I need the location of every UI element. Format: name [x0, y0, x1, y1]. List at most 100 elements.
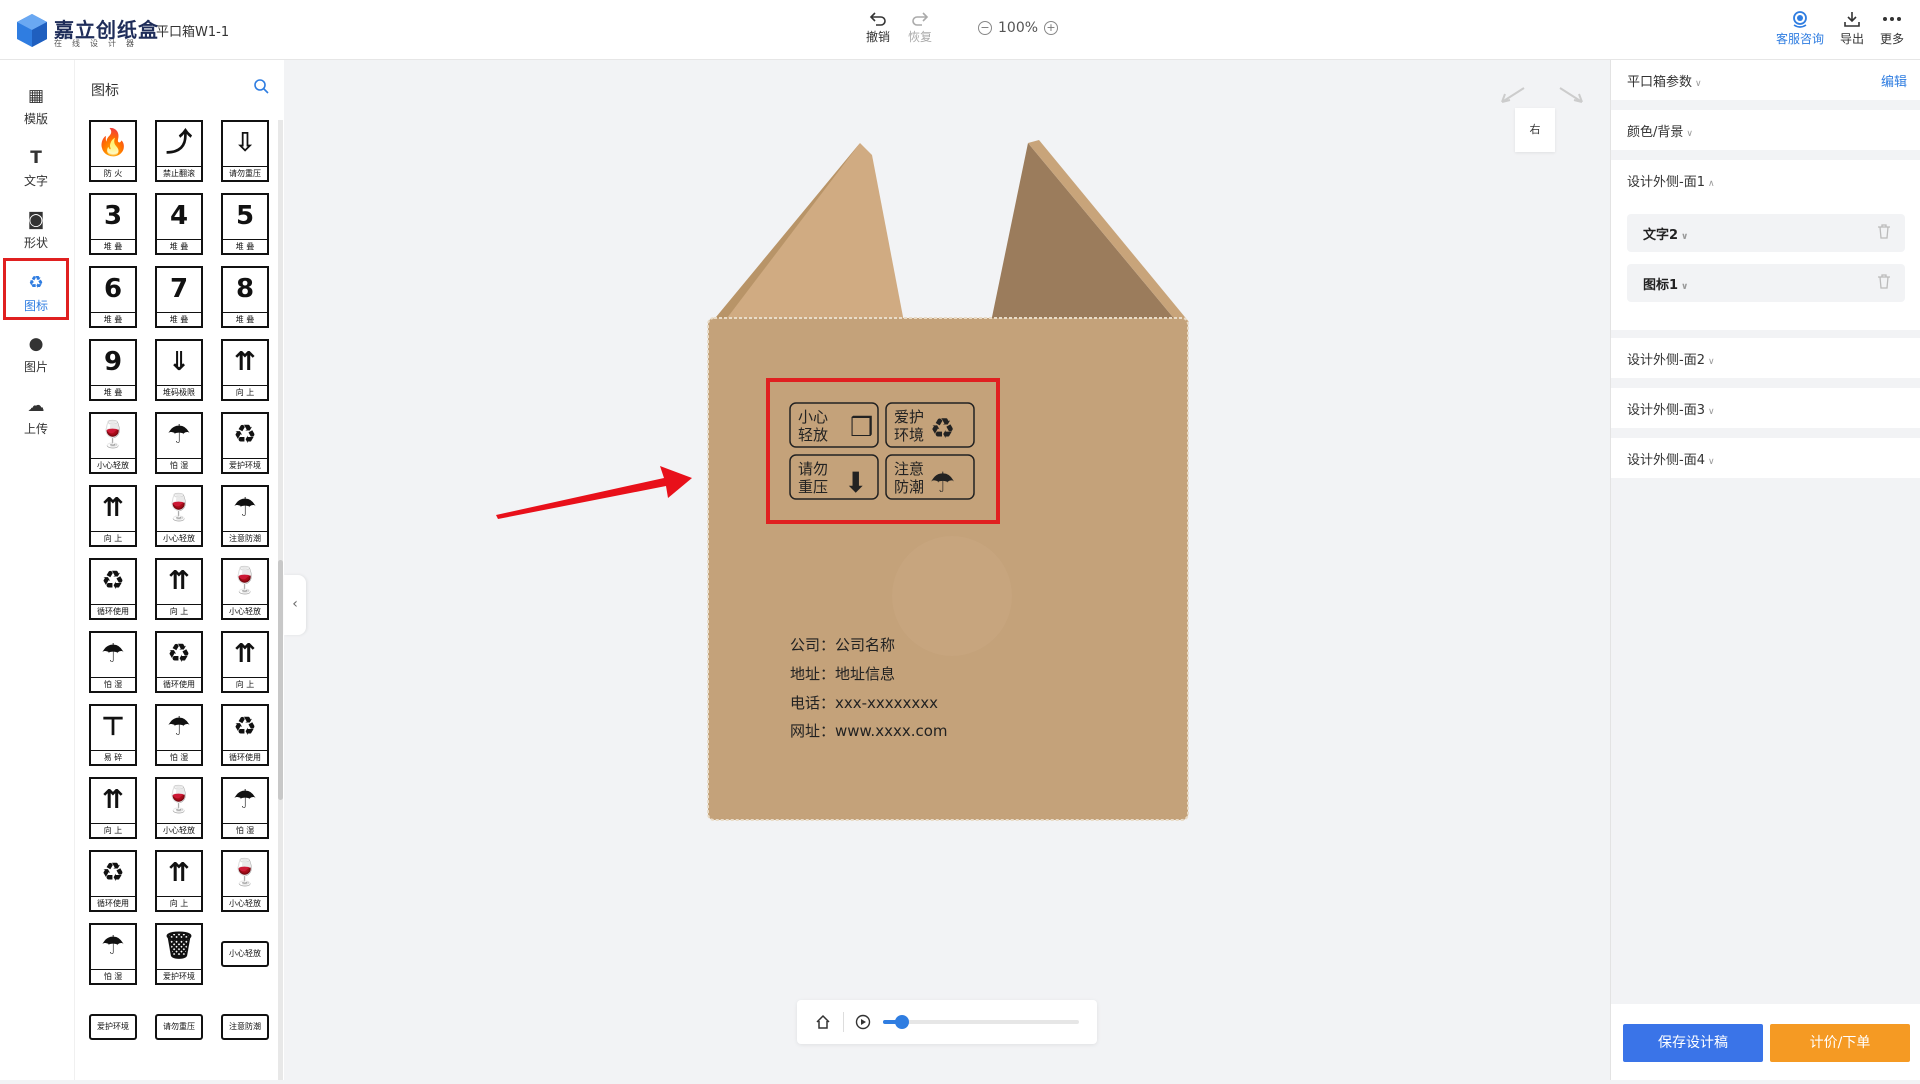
icon-tile[interactable]: 3 堆 叠 — [89, 193, 137, 255]
icon-tile[interactable]: 🍷 小心轻放 — [155, 485, 203, 547]
icon-tile[interactable]: 4 堆 叠 — [155, 193, 203, 255]
zoom-out-icon[interactable]: − — [978, 21, 992, 35]
download-icon — [1844, 12, 1860, 27]
shape-icon: ◙ — [27, 210, 45, 230]
panel-title: 图标 — [91, 83, 119, 99]
icon-tile-caption: 堆 叠 — [157, 312, 201, 326]
home-icon[interactable] — [815, 1014, 831, 1030]
nav-item-template[interactable]: ▦ 模版 — [3, 74, 69, 136]
zoom-control: − 100% + — [978, 20, 1059, 36]
icon-tile[interactable]: ⇈ 向 上 — [221, 631, 269, 693]
face2-section[interactable]: 设计外侧-面2 ∨ — [1611, 330, 1920, 378]
undo-button[interactable]: 撤销 — [866, 10, 890, 45]
icon-tile[interactable]: 5 堆 叠 — [221, 193, 269, 255]
nav-item-upload[interactable]: ☁ 上传 — [3, 384, 69, 446]
customer-support-button[interactable]: 客服咨询 — [1776, 10, 1824, 47]
document-name[interactable]: 平口箱W1-1 — [156, 21, 229, 40]
export-button[interactable]: 导出 — [1840, 10, 1864, 47]
icon-tile[interactable]: ☂ 怕 湿 — [89, 631, 137, 693]
progress-handle[interactable] — [895, 1015, 909, 1029]
icon-tile[interactable]: ⤴ 禁止翻滚 — [155, 120, 203, 182]
icon-tile[interactable]: 9 堆 叠 — [89, 339, 137, 401]
icon-tile[interactable]: ⇈ 向 上 — [221, 339, 269, 401]
nav-label-icons: 图标 — [23, 299, 48, 313]
icon-tile-glyph: 4 — [169, 201, 189, 231]
search-icon[interactable] — [253, 78, 269, 94]
icon-tile[interactable]: 🔥 防 火 — [89, 120, 137, 182]
icon-tile[interactable]: 8 堆 叠 — [221, 266, 269, 328]
icon-tile[interactable]: ♻ 循环使用 — [89, 558, 137, 620]
icon-tile[interactable]: ☂ 怕 湿 — [221, 777, 269, 839]
icon-tile-glyph: 🍷 — [162, 493, 196, 523]
icon-tile[interactable]: ⊤ 易 碎 — [89, 704, 137, 766]
icon-tile-glyph: 8 — [235, 274, 255, 304]
icon-tile[interactable]: ☂ 怕 湿 — [89, 923, 137, 985]
icon-tile[interactable]: ♻ 循环使用 — [89, 850, 137, 912]
icon-tile[interactable]: 6 堆 叠 — [89, 266, 137, 328]
icon-tile-frame: ♻ 循环使用 — [155, 631, 203, 693]
icon-tile[interactable]: ☂ 注意防潮 — [221, 485, 269, 547]
icon-tile[interactable]: 7 堆 叠 — [155, 266, 203, 328]
redo-button[interactable]: 恢复 — [908, 10, 932, 45]
icon-tile-caption: 小心轻放 — [223, 604, 267, 618]
more-button[interactable]: 更多 — [1880, 10, 1904, 47]
icon-tile[interactable]: ⇈ 向 上 — [89, 777, 137, 839]
icon-tile[interactable]: 请勿重压 — [155, 996, 203, 1058]
face3-section[interactable]: 设计外侧-面3 ∨ — [1611, 380, 1920, 428]
face2-label: 设计外侧-面2 — [1627, 353, 1705, 368]
icon-tile[interactable]: ⇈ 向 上 — [89, 485, 137, 547]
icon-tile-caption: 爱护环境 — [157, 969, 201, 983]
icon-tile[interactable]: ♻ 爱护环境 — [221, 412, 269, 474]
box-icon-label: 请勿 — [798, 460, 828, 478]
icon-tile-caption: 循环使用 — [91, 604, 135, 618]
icon-tile-glyph: 🍷 — [228, 566, 262, 596]
color-bg-section[interactable]: 颜色/背景 ∨ — [1611, 110, 1920, 150]
icon-tile[interactable]: 🗑 爱护环境 — [155, 923, 203, 985]
icon-tile[interactable]: 🍷 小心轻放 — [221, 850, 269, 912]
icon-tile[interactable]: 🍷 小心轻放 — [89, 412, 137, 474]
box-params-section[interactable]: 平口箱参数 ∨ 编辑 — [1611, 60, 1920, 100]
icon-tile[interactable]: ⇓ 堆码极限 — [155, 339, 203, 401]
view-direction-widget[interactable]: 右 — [1515, 108, 1555, 152]
icon-tile-glyph: ☂ — [101, 931, 125, 961]
nav-item-shape[interactable]: ◙ 形状 — [3, 198, 69, 260]
play-icon[interactable] — [855, 1014, 871, 1030]
box-3d-view[interactable]: 小心 轻放 ❒ 爱护 环境 ♻ 请勿 重压 ⬇ 注意 防潮 ☂ 公司：公司名称 … — [284, 60, 1610, 1080]
icon-tile[interactable]: ⇩ 请勿重压 — [221, 120, 269, 182]
face1-section[interactable]: 设计外侧-面1 ∧ 文字2 ∨ 图标1 ∨ — [1611, 160, 1920, 330]
icon-tile-frame: 7 堆 叠 — [155, 266, 203, 328]
image-icon: ● — [28, 334, 44, 354]
icon-tile[interactable]: ♻ 循环使用 — [221, 704, 269, 766]
icon-tile-caption: 怕 湿 — [91, 677, 135, 691]
icon-tile[interactable]: 小心轻放 — [221, 923, 269, 985]
layer-item-icon1[interactable]: 图标1 ∨ — [1627, 264, 1905, 302]
save-design-button[interactable]: 保存设计稿 — [1623, 1024, 1763, 1062]
design-canvas[interactable]: 小心 轻放 ❒ 爱护 环境 ♻ 请勿 重压 ⬇ 注意 防潮 ☂ 公司：公司名称 … — [284, 60, 1610, 1080]
icon-tile[interactable]: 🍷 小心轻放 — [221, 558, 269, 620]
trash-icon[interactable] — [1877, 223, 1891, 239]
nav-item-icons[interactable]: ♻ 图标 — [3, 258, 69, 320]
icon-tile[interactable]: 🍷 小心轻放 — [155, 777, 203, 839]
nav-item-image[interactable]: ● 图片 — [3, 322, 69, 384]
icon-tile[interactable]: ⇈ 向 上 — [155, 558, 203, 620]
icon-tile-frame: 🍷 小心轻放 — [155, 777, 203, 839]
more-label: 更多 — [1880, 32, 1905, 46]
icon-tile[interactable]: 注意防潮 — [221, 996, 269, 1058]
icon-tile[interactable]: ♻ 循环使用 — [155, 631, 203, 693]
icon-tile[interactable]: 爱护环境 — [89, 996, 137, 1058]
face4-section[interactable]: 设计外侧-面4 ∨ — [1611, 430, 1920, 478]
price-order-button[interactable]: 计价/下单 — [1770, 1024, 1910, 1062]
icon-tile-caption: 堆 叠 — [91, 385, 135, 399]
icon-tile[interactable]: ⇈ 向 上 — [155, 850, 203, 912]
trash-icon[interactable] — [1877, 273, 1891, 289]
layer-item-text2[interactable]: 文字2 ∨ — [1627, 214, 1905, 252]
zoom-in-icon[interactable]: + — [1044, 21, 1059, 35]
panel-scrollbar-thumb[interactable] — [278, 560, 283, 800]
icon-tile[interactable]: ☂ 怕 湿 — [155, 704, 203, 766]
nav-item-text[interactable]: T 文字 — [3, 136, 69, 198]
icon-tile-glyph: ⇈ — [168, 566, 190, 596]
edit-link[interactable]: 编辑 — [1881, 71, 1907, 90]
face4-label: 设计外侧-面4 — [1627, 453, 1705, 468]
icon-tile[interactable]: ☂ 怕 湿 — [155, 412, 203, 474]
progress-track[interactable] — [883, 1020, 1079, 1024]
